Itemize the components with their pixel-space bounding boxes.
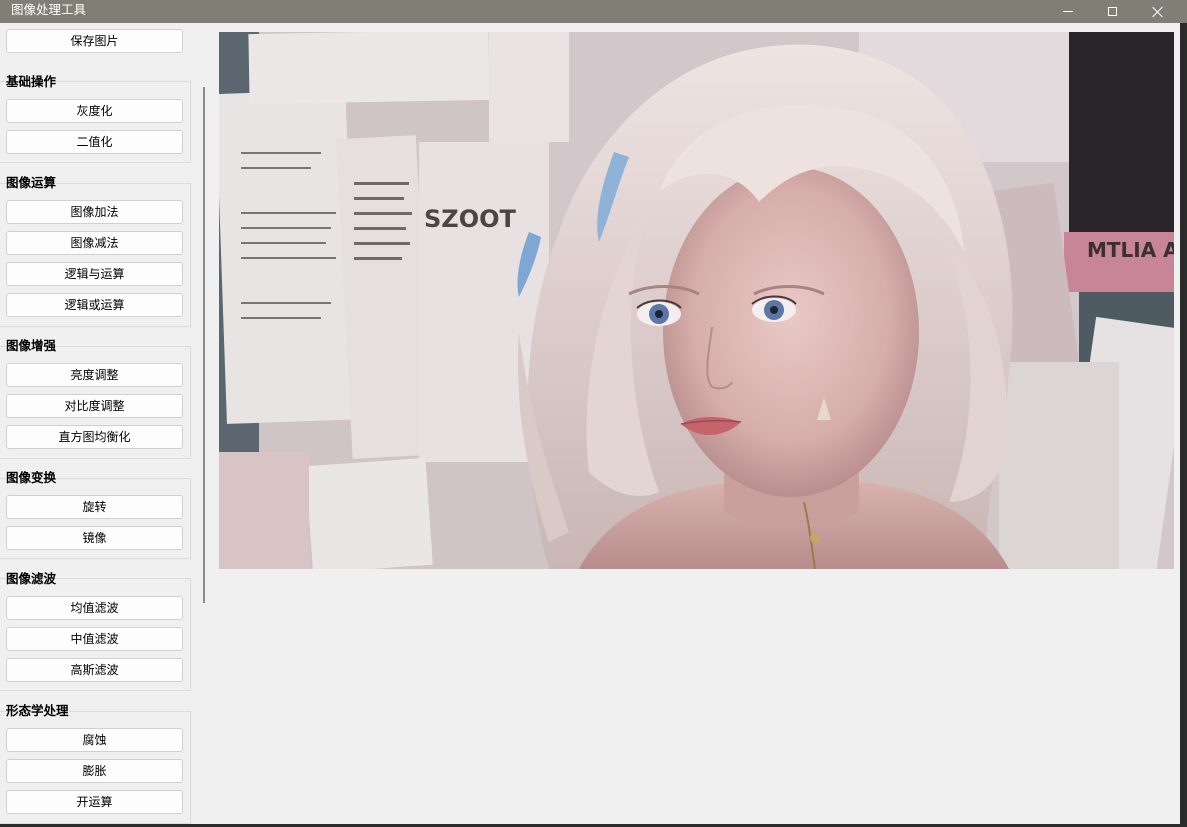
maximize-icon [1107,7,1117,16]
binarize-button[interactable]: 二值化 [6,130,183,154]
logical-and-button[interactable]: 逻辑与运算 [6,262,183,286]
poster-text: SZOOT [424,205,516,233]
contrast-button[interactable]: 对比度调整 [6,394,183,418]
group-title-filter: 图像滤波 [6,571,57,586]
image-add-button[interactable]: 图像加法 [6,200,183,224]
mean-filter-button[interactable]: 均值滤波 [6,596,183,620]
window-title: 图像处理工具 [11,2,87,17]
logical-or-button[interactable]: 逻辑或运算 [6,293,183,317]
image-subtract-button[interactable]: 图像减法 [6,231,183,255]
maximize-button[interactable] [1089,0,1135,23]
close-button[interactable] [1135,0,1181,23]
group-title-arithmetic: 图像运算 [6,175,57,190]
minimize-button[interactable] [1045,0,1091,23]
mirror-button[interactable]: 镜像 [6,526,183,550]
close-icon [1152,6,1164,18]
window-frame-right [1180,23,1187,827]
histogram-equalize-button[interactable]: 直方图均衡化 [6,425,183,449]
save-image-button[interactable]: 保存图片 [6,29,183,53]
group-title-enhance: 图像增强 [6,338,57,353]
dilate-button[interactable]: 膨胀 [6,759,183,783]
rotate-button[interactable]: 旋转 [6,495,183,519]
group-title-morphology: 形态学处理 [6,703,69,718]
group-title-basic: 基础操作 [6,74,57,89]
opening-button[interactable]: 开运算 [6,790,183,814]
grayscale-button[interactable]: 灰度化 [6,99,183,123]
sidebar-scrollbar[interactable] [203,87,205,603]
poster-text-right: MTLIA A [1087,238,1174,262]
median-filter-button[interactable]: 中值滤波 [6,627,183,651]
brightness-button[interactable]: 亮度调整 [6,363,183,387]
group-title-transform: 图像变换 [6,470,57,485]
image-display: SZOOT MTLIA A [219,32,1174,569]
portrait-image: SZOOT MTLIA A [219,32,1174,569]
erode-button[interactable]: 腐蚀 [6,728,183,752]
title-bar: 图像处理工具 [0,0,1187,23]
sidebar: 保存图片 基础操作 灰度化 二值化 图像运算 图像加法 图像减法 逻辑与运算 逻… [0,23,193,824]
minimize-icon [1063,11,1073,12]
gaussian-filter-button[interactable]: 高斯滤波 [6,658,183,682]
